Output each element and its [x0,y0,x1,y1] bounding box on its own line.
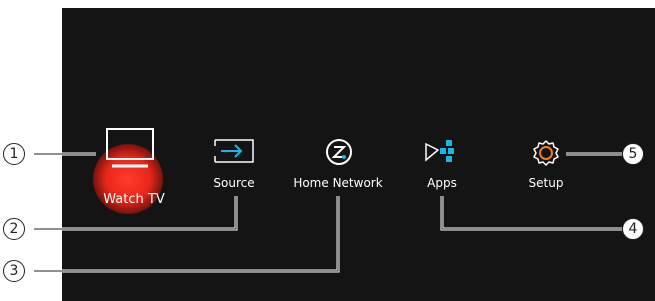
callout-4: 4 [622,218,644,240]
callout-leader-lines [34,152,622,273]
callout-5: 5 [622,143,644,165]
callout-2: 2 [3,218,25,240]
callout-1: 1 [3,143,25,165]
callout-3: 3 [3,260,25,282]
